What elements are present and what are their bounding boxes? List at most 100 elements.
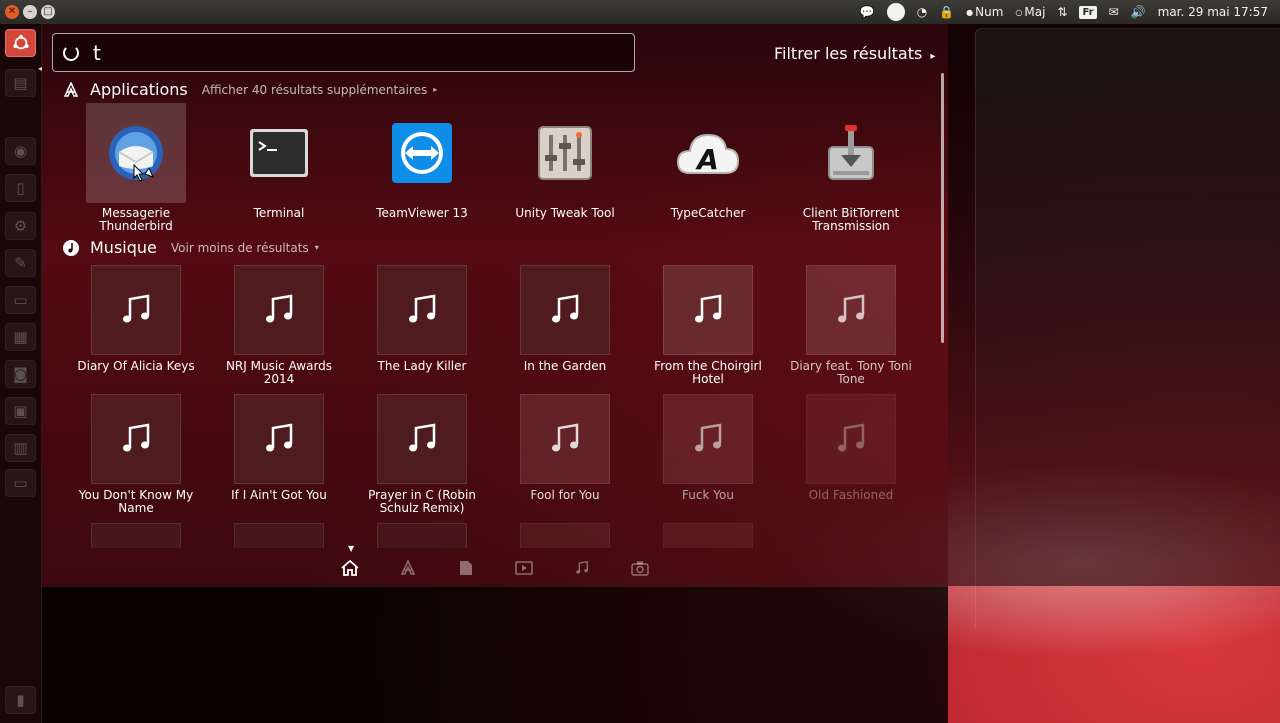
applications-more-results-link[interactable]: Afficher 40 résultats supplémentaires [202,83,428,97]
launcher-item-firefox[interactable]: ◉ [5,137,36,165]
music-tile-partial[interactable] [234,523,324,548]
launcher-item-calculator[interactable]: ▦ [5,323,36,351]
dash-home-button[interactable] [5,29,36,57]
music-title: Fuck You [682,488,734,502]
music-tile[interactable]: Fool for You [495,394,635,502]
music-title: In the Garden [523,359,607,373]
num-lock-indicator[interactable]: Num [966,0,1003,24]
music-title: Old Fashioned [808,488,894,502]
music-title: The Lady Killer [377,359,467,373]
launcher-item-camera[interactable]: ◙ [5,360,36,388]
app-label: TypeCatcher [670,206,746,220]
app-tile-terminal[interactable]: Terminal [209,103,349,233]
launcher-item-trash[interactable]: ▮ [5,686,36,714]
app-tile-unity-tweak-tool[interactable]: Unity Tweak Tool [495,103,635,233]
caps-lock-indicator[interactable]: Maj [1015,0,1045,24]
filter-results-button[interactable]: Filtrer les résultats ▸ [774,44,935,63]
music-note-icon [695,423,722,452]
terminal-icon: ▭ [13,291,28,309]
launcher-item-settings[interactable]: ⚙ [5,212,36,240]
launcher-item-editor[interactable]: ✎ [5,249,36,277]
chat-icon[interactable]: 💬 [860,0,875,24]
music-tile[interactable]: Fuck You [638,394,778,502]
music-tile[interactable]: In the Garden [495,265,635,373]
music-lens-button[interactable] [572,558,592,578]
app-tile-teamviewer[interactable]: TeamViewer 13 [352,103,492,233]
camera-icon: ◙ [13,365,28,383]
files-lens-button[interactable] [456,558,476,578]
close-window-button[interactable]: ✕ [5,5,19,19]
launcher-item-screenshot[interactable]: ▣ [5,397,36,425]
music-tile[interactable]: NRJ Music Awards 2014 [209,265,349,386]
pencil-icon: ✎ [14,254,27,272]
network-icon[interactable]: ◔ [917,0,927,24]
music-tile-partial[interactable] [91,523,181,548]
music-tile[interactable]: Prayer in C (Robin Schulz Remix) [352,394,492,515]
launcher-item-workspace[interactable]: ▥ [5,434,36,462]
keyboard-layout-indicator[interactable]: Fr [1079,5,1097,19]
chevron-right-icon: ▸ [930,51,936,62]
music-title: NRJ Music Awards 2014 [225,359,333,386]
lock-keyboard-icon[interactable]: 🔒 [939,0,954,24]
results-scrollbar[interactable] [941,73,944,343]
chevron-down-icon: ▾ [314,243,319,252]
music-note-icon [838,423,865,452]
ubuntu-logo-icon [12,34,29,50]
video-lens-button[interactable] [514,558,534,578]
music-tile[interactable]: Diary Of Alicia Keys [66,265,206,373]
applications-lens-button[interactable] [398,558,418,578]
home-lens-button[interactable] [340,558,360,578]
launcher-item-files[interactable]: ▤ [5,69,36,97]
music-tile-partial[interactable] [377,523,467,548]
mail-icon[interactable]: ✉ [1109,0,1119,24]
transfer-arrows-icon[interactable]: ⇅ [1057,0,1067,24]
volume-icon[interactable]: 🔊 [1131,0,1146,24]
app-label: Client BitTorrent Transmission [802,206,900,233]
music-category-icon [62,239,80,257]
music-note-icon [576,560,588,574]
category-applications-title: Applications [90,80,188,99]
status-indicator[interactable] [886,0,905,24]
app-tile-transmission[interactable]: Client BitTorrent Transmission [781,103,921,233]
music-tile[interactable]: If I Ain't Got You [209,394,349,502]
camera-icon [631,561,649,576]
music-title: Diary Of Alicia Keys [77,359,195,373]
clock[interactable]: mar. 29 mai 17:57 [1158,0,1268,24]
transmission-icon [828,125,874,180]
typecatcher-icon: A [676,133,740,176]
music-tile[interactable]: Diary feat. Tony Toni Tone [781,265,921,386]
music-fewer-results-link[interactable]: Voir moins de résultats [171,241,309,255]
music-tile[interactable]: You Don't Know My Name [66,394,206,515]
music-tile-partial[interactable] [520,523,610,548]
top-panel: ✕ – □ 💬 ◔ 🔒 Num Maj ⇅ Fr ✉ 🔊 mar. 29 mai… [0,0,1280,24]
launcher-item-writer[interactable]: ▯ [5,174,36,202]
music-note-icon [123,423,150,452]
music-tile[interactable]: From the Choirgirl Hotel [638,265,778,386]
music-tile-partial[interactable] [663,523,753,548]
music-title: Diary feat. Tony Toni Tone [790,359,912,386]
music-tile[interactable]: Old Fashioned [781,394,921,502]
gear-icon: ⚙ [13,217,28,235]
photos-lens-button[interactable] [630,558,650,578]
music-tile[interactable]: The Lady Killer [352,265,492,373]
home-icon [341,560,359,576]
category-music-title: Musique [90,238,157,257]
monitor-icon: ▭ [13,474,28,492]
music-note-icon [409,423,436,452]
app-label: Unity Tweak Tool [515,206,615,220]
workspace-icon: ▥ [13,439,28,457]
launcher-item-terminal[interactable]: ▭ [5,286,36,314]
launcher-item-display[interactable]: ▭ [5,469,36,497]
search-input[interactable]: t [52,33,635,72]
maximize-window-button[interactable]: □ [41,5,55,19]
app-label: TeamViewer 13 [376,206,468,220]
chevron-right-icon: ▸ [433,85,438,94]
indicator-area: 💬 ◔ 🔒 Num Maj ⇅ Fr ✉ 🔊 mar. 29 mai 17:57 [860,0,1280,24]
screenshot-icon: ▣ [13,402,28,420]
filter-results-label: Filtrer les résultats [774,44,923,63]
app-tile-typecatcher[interactable]: A TypeCatcher [638,103,778,233]
status-circle-icon [886,3,905,21]
search-query: t [93,40,101,65]
document-icon: ▯ [16,179,25,197]
minimize-window-button[interactable]: – [23,5,37,19]
